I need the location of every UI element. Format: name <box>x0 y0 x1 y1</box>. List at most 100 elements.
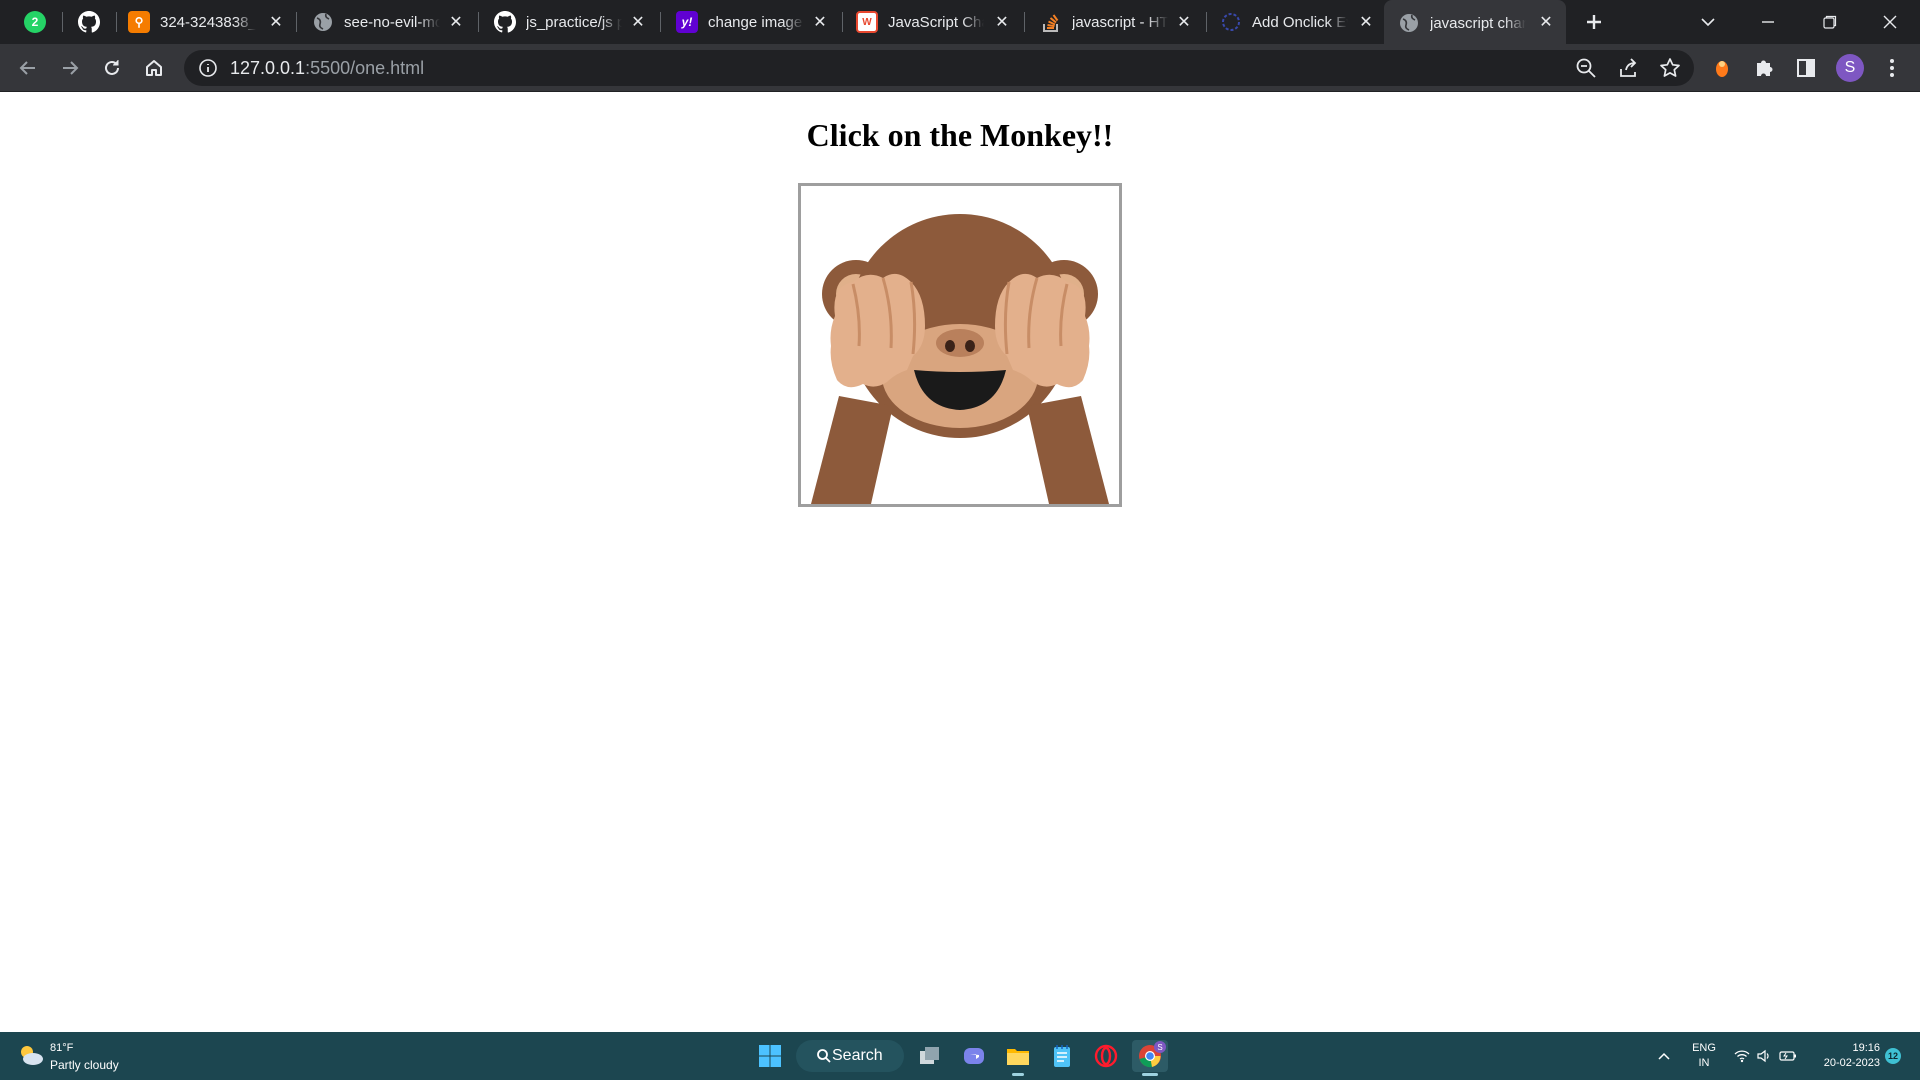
language-indicator[interactable]: ENG IN <box>1684 1041 1724 1071</box>
tab-title: javascript - HTI <box>1072 13 1168 31</box>
wifi-icon[interactable] <box>1730 1040 1754 1072</box>
close-icon[interactable]: ✕ <box>266 11 286 33</box>
profile-initial: S <box>1844 59 1856 76</box>
close-icon[interactable]: ✕ <box>628 11 648 33</box>
notification-badge[interactable]: 12 <box>1885 1048 1901 1064</box>
page-content: Click on the Monkey!! <box>0 93 1920 1032</box>
opera-button[interactable] <box>1088 1040 1124 1072</box>
notepad-button[interactable] <box>1044 1040 1080 1072</box>
tab-separator <box>842 12 843 32</box>
clock[interactable]: 19:16 20-02-2023 <box>1804 1041 1880 1071</box>
region-code: IN <box>1698 1057 1710 1069</box>
teams-chat-icon <box>964 1048 984 1064</box>
tab-strip: 2 ⚲ 324-3243838_h ✕ see-no-evil-mo ✕ js_… <box>0 0 1920 46</box>
weather-condition: Partly cloudy <box>50 1058 119 1072</box>
task-view-icon <box>920 1047 939 1064</box>
close-icon[interactable]: ✕ <box>992 11 1012 33</box>
clock-date: 20-02-2023 <box>1823 1057 1880 1069</box>
codepen-icon <box>1220 11 1242 33</box>
w3schools-icon: W <box>856 11 878 33</box>
whatsapp-icon: 2 <box>24 11 46 33</box>
weather-temp: 81°F <box>50 1042 74 1054</box>
clock-time: 19:16 <box>1852 1042 1880 1054</box>
chrome-profile-badge: S <box>1154 1041 1166 1053</box>
close-icon[interactable]: ✕ <box>446 11 466 33</box>
tab-separator <box>62 12 63 32</box>
forward-button[interactable] <box>54 52 86 84</box>
page-heading: Click on the Monkey!! <box>806 117 1114 153</box>
windows-taskbar: 81°F Partly cloudy Search S ENG IN 19:16… <box>0 1032 1920 1080</box>
tab-search-chevron-icon[interactable] <box>1688 0 1728 44</box>
home-button[interactable] <box>138 52 170 84</box>
running-indicator <box>1142 1073 1158 1076</box>
yahoo-icon: y! <box>676 11 698 33</box>
new-tab-button[interactable] <box>1574 0 1614 44</box>
close-window-button[interactable] <box>1870 0 1910 44</box>
tab-separator <box>116 12 117 32</box>
extension-orange-icon[interactable] <box>1708 54 1736 82</box>
tab-title: JavaScript Char <box>888 13 984 31</box>
tab-separator <box>660 12 661 32</box>
taskbar-search[interactable]: Search <box>796 1040 904 1072</box>
tab-see-no-evil[interactable]: see-no-evil-mo ✕ <box>300 0 476 44</box>
partly-cloudy-icon <box>18 1044 44 1070</box>
search-orange-icon: ⚲ <box>128 11 150 33</box>
tab-separator <box>296 12 297 32</box>
reload-button[interactable] <box>96 52 128 84</box>
browser-toolbar: 127.0.0.1:5500/one.html S <box>0 44 1920 92</box>
opera-icon <box>1094 1044 1118 1068</box>
info-icon[interactable] <box>198 58 218 78</box>
extensions-puzzle-icon[interactable] <box>1750 54 1778 82</box>
tab-separator <box>1206 12 1207 32</box>
close-icon[interactable]: ✕ <box>1356 11 1376 33</box>
globe-icon <box>312 11 334 33</box>
teams-chat-button[interactable] <box>956 1040 992 1072</box>
running-indicator <box>1012 1073 1024 1076</box>
github-icon <box>78 11 100 33</box>
tab-title: javascript chan <box>1430 14 1526 32</box>
tab-yahoo[interactable]: y! change image ✕ <box>664 0 840 44</box>
url-path: :5500/one.html <box>305 58 425 78</box>
menu-kebab-icon[interactable] <box>1878 54 1906 82</box>
url-text[interactable]: 127.0.0.1:5500/one.html <box>230 58 424 79</box>
address-bar[interactable]: 127.0.0.1:5500/one.html <box>184 50 1694 86</box>
chrome-button[interactable]: S <box>1132 1040 1168 1076</box>
tab-separator <box>1024 12 1025 32</box>
share-icon[interactable] <box>1614 54 1642 82</box>
tab-active-javascript-change[interactable]: javascript chan ✕ <box>1384 0 1566 46</box>
zoom-icon[interactable] <box>1572 54 1600 82</box>
tab-title: js_practice/js pr <box>526 13 622 31</box>
close-icon[interactable]: ✕ <box>810 11 830 33</box>
battery-icon[interactable] <box>1776 1040 1800 1072</box>
search-icon <box>816 1048 832 1069</box>
close-icon[interactable]: ✕ <box>1536 11 1556 33</box>
back-button[interactable] <box>12 52 44 84</box>
restore-button[interactable] <box>1810 0 1850 44</box>
search-label: Search <box>832 1047 883 1064</box>
tab-title: Add Onclick Ev <box>1252 13 1348 31</box>
tab-separator <box>478 12 479 32</box>
start-button[interactable] <box>752 1040 788 1072</box>
tab-w3schools[interactable]: W JavaScript Char ✕ <box>846 0 1022 44</box>
tab-stackoverflow[interactable]: javascript - HTI ✕ <box>1028 0 1204 44</box>
monkey-image[interactable] <box>798 183 1122 507</box>
task-view-button[interactable] <box>912 1040 948 1072</box>
profile-avatar[interactable]: S <box>1836 54 1864 82</box>
tab-add-onclick[interactable]: Add Onclick Ev ✕ <box>1210 0 1386 44</box>
file-explorer-button[interactable] <box>1000 1040 1036 1076</box>
tray-overflow-chevron-icon[interactable] <box>1652 1040 1676 1072</box>
volume-icon[interactable] <box>1752 1040 1776 1072</box>
globe-icon <box>1398 12 1420 34</box>
tab-title: see-no-evil-mo <box>344 13 440 31</box>
minimize-button[interactable] <box>1748 0 1788 44</box>
tab-search-result[interactable]: ⚲ 324-3243838_h ✕ <box>120 0 296 44</box>
side-panel-icon[interactable] <box>1792 54 1820 82</box>
close-icon[interactable]: ✕ <box>1174 11 1194 33</box>
weather-widget[interactable]: 81°F Partly cloudy <box>18 1040 168 1074</box>
bookmark-star-icon[interactable] <box>1656 54 1684 82</box>
url-host: 127.0.0.1 <box>230 58 306 78</box>
tab-github-repo[interactable]: js_practice/js pr ✕ <box>482 0 658 44</box>
windows-logo-icon <box>759 1045 781 1067</box>
pinned-tab-whatsapp[interactable]: 2 <box>12 0 62 44</box>
pinned-tab-github[interactable] <box>66 0 116 44</box>
